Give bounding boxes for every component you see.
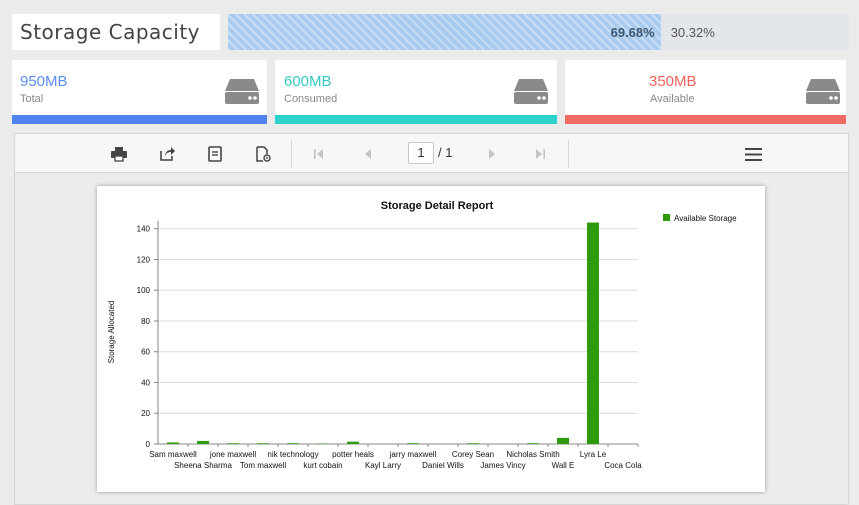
available-storage-card: 350MB Available (565, 60, 846, 124)
legend-label: Available Storage (674, 214, 737, 223)
storage-progress-bar: 69.68% 30.32% (228, 14, 849, 50)
document-icon[interactable] (206, 145, 224, 163)
x-tick-label: Sheena Sharma (174, 461, 232, 470)
total-storage-bar (12, 115, 267, 124)
consumed-storage-bar (275, 115, 557, 124)
consumed-storage-label: Consumed (284, 93, 338, 105)
storage-dashboard: Storage Capacity 69.68% 30.32% 950MB Tot… (0, 0, 859, 505)
y-tick-label: 60 (141, 348, 150, 357)
bar (407, 443, 419, 444)
bar (197, 440, 209, 444)
total-storage-value: 950MB (20, 73, 68, 90)
first-page-icon[interactable] (310, 145, 328, 163)
available-storage-label: Available (650, 93, 695, 105)
y-axis-label: Storage Allocated (107, 301, 116, 364)
x-tick-label: Coca Cola (604, 461, 642, 470)
bar (587, 222, 599, 444)
bar (167, 442, 179, 444)
available-storage-bar (565, 115, 846, 124)
last-page-icon[interactable] (531, 145, 549, 163)
bar (287, 443, 299, 444)
x-tick-label: Wall E (552, 461, 575, 470)
storage-detail-chart: Storage Detail Report Storage Allocated … (107, 200, 737, 470)
available-storage-value: 350MB (649, 73, 697, 90)
previous-page-icon[interactable] (359, 145, 377, 163)
x-tick-label: Sam maxwell (149, 450, 197, 459)
y-tick-label: 100 (137, 286, 151, 295)
consumed-storage-card: 600MB Consumed (275, 60, 557, 124)
toolbar-divider (568, 140, 569, 168)
legend-swatch (663, 214, 670, 221)
x-tick-label: Nicholas Smith (506, 450, 559, 459)
total-pages-label: / 1 (438, 145, 453, 160)
total-storage-label: Total (20, 93, 44, 105)
y-tick-label: 80 (141, 317, 150, 326)
report-toolbar: 1 / 1 (15, 134, 848, 173)
y-tick-label: 120 (137, 255, 151, 264)
bar (257, 443, 269, 444)
x-tick-label: jone maxwell (209, 450, 256, 459)
y-tick-label: 20 (141, 409, 150, 418)
export-icon[interactable] (158, 145, 176, 163)
used-percent-label: 69.68% (610, 24, 655, 40)
chart-title: Storage Detail Report (381, 200, 494, 212)
free-percent-label: 30.32% (670, 24, 715, 40)
x-tick-label: James Vincy (480, 461, 525, 470)
report-page: Storage Detail Report Storage Allocated … (97, 186, 765, 492)
bar (527, 443, 539, 444)
hard-drive-icon (806, 79, 840, 104)
x-tick-label: Kayl Larry (365, 461, 401, 470)
x-tick-label: Tom maxwell (240, 461, 286, 470)
y-tick-label: 0 (146, 440, 151, 449)
page-title-box: Storage Capacity (12, 14, 220, 50)
chart-bars (167, 222, 599, 444)
page-title: Storage Capacity (20, 20, 201, 44)
x-tick-label: kurt cobain (303, 461, 342, 470)
print-icon[interactable] (110, 145, 128, 163)
x-tick-label: Lyra Le (580, 450, 607, 459)
x-tick-label: Daniel Wills (422, 461, 464, 470)
bar (557, 437, 569, 444)
x-tick-label: Corey Sean (452, 450, 494, 459)
hard-drive-icon (514, 79, 548, 104)
current-page-input[interactable]: 1 (408, 142, 434, 164)
x-tick-label: potter heals (332, 450, 374, 459)
total-storage-card: 950MB Total (12, 60, 267, 124)
menu-icon[interactable] (744, 145, 762, 163)
chart-legend: Available Storage (663, 214, 737, 223)
consumed-storage-value: 600MB (284, 73, 332, 90)
y-tick-label: 140 (137, 225, 151, 234)
report-viewer: 1 / 1 Storage Detail Report Storage Allo… (14, 133, 849, 505)
x-tick-label: nik technology (267, 450, 318, 459)
y-axis-ticks: 0 20 40 60 80 100 120 140 (137, 221, 159, 449)
x-tick-label: jarry maxwell (389, 450, 437, 459)
x-axis-labels: Sam maxwell Sheena Sharma jone maxwell Tom … (149, 444, 642, 470)
bar (227, 443, 239, 444)
toolbar-divider (291, 140, 292, 168)
bar (467, 443, 479, 444)
chart-gridlines (158, 228, 638, 445)
next-page-icon[interactable] (483, 145, 501, 163)
bar (347, 441, 359, 444)
free-progress-remainder: 30.32% (661, 14, 715, 50)
y-tick-label: 40 (141, 378, 150, 387)
page-setup-icon[interactable] (254, 145, 272, 163)
hard-drive-icon (225, 79, 259, 104)
used-progress-fill: 69.68% (228, 14, 661, 50)
